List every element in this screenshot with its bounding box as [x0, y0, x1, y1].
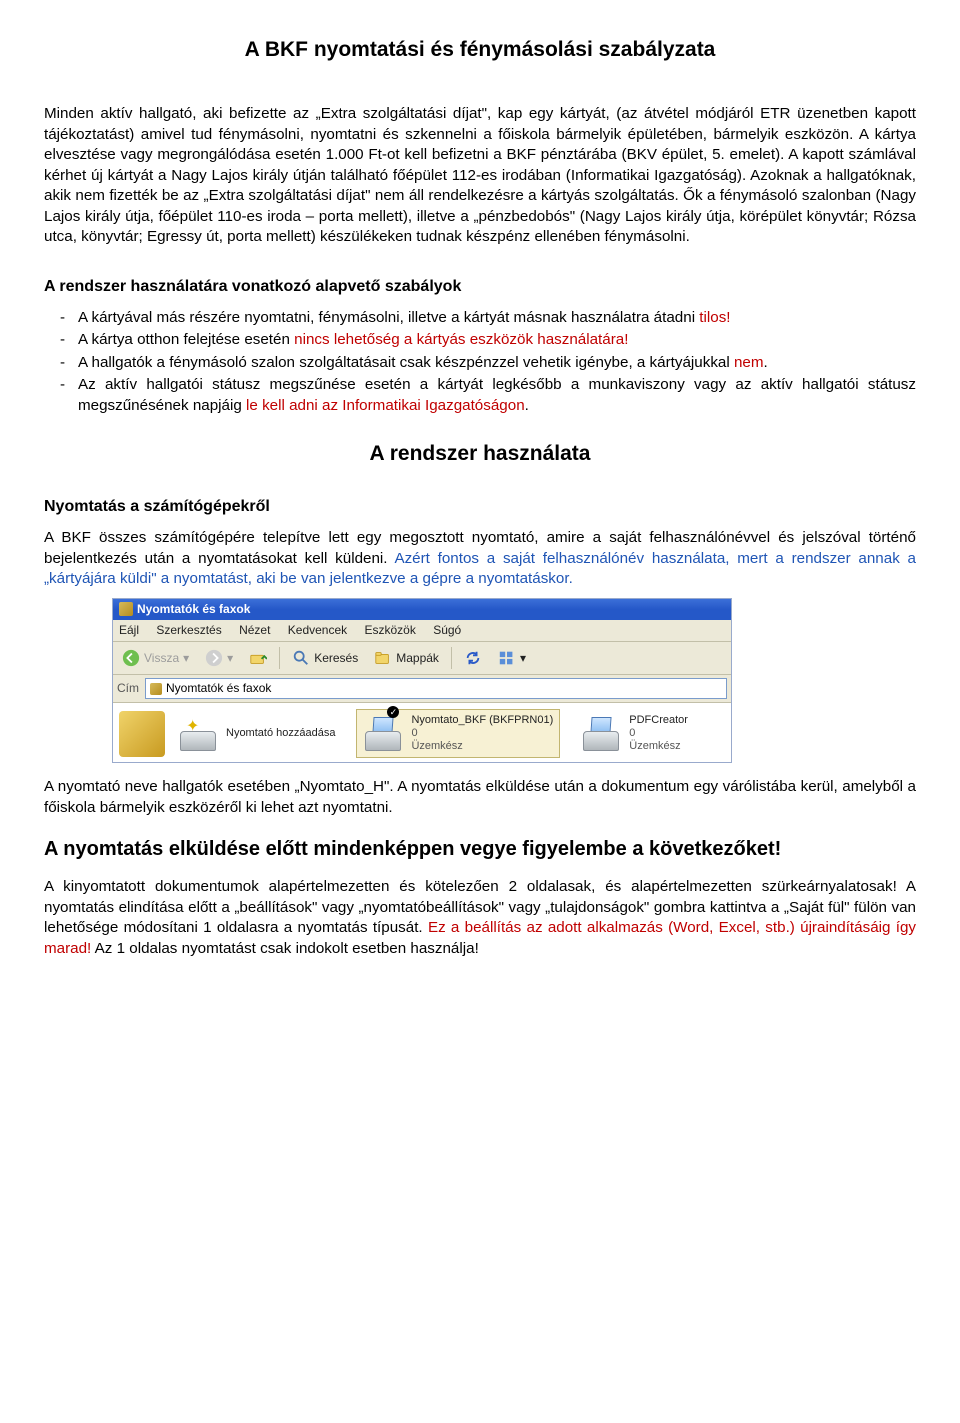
add-printer-label: Nyomtató hozzáadása	[226, 727, 335, 740]
print-subheading: Nyomtatás a számítógépekről	[44, 496, 916, 518]
printer-name: Nyomtato_BKF (BKFPRN01)	[411, 714, 553, 727]
rules-heading: A rendszer használatára vonatkozó alapve…	[44, 276, 916, 298]
sync-button[interactable]	[457, 646, 489, 670]
window-title: Nyomtatók és faxok	[137, 602, 250, 616]
printer-item[interactable]: Nyomtato_BKF (BKFPRN01) 0 Üzemkész	[356, 709, 560, 759]
forward-button[interactable]: ▾	[198, 646, 240, 670]
dropdown-caret-icon: ▾	[520, 651, 526, 665]
intro-paragraph: Minden aktív hallgató, aki befizette az …	[44, 104, 916, 248]
address-field[interactable]: Nyomtatók és faxok	[145, 678, 727, 698]
rule-item: A hallgatók a fénymásoló szalon szolgált…	[78, 353, 916, 374]
menu-view[interactable]: Nézet	[239, 623, 270, 637]
window-titlebar[interactable]: Nyomtatók és faxok	[113, 599, 731, 620]
add-printer-item[interactable]: ✦ Nyomtató hozzáadása	[171, 709, 342, 759]
last-paragraph: A kinyomtatott dokumentumok alapértelmez…	[44, 877, 916, 959]
printer-state: Üzemkész	[411, 740, 553, 753]
sync-icon	[464, 649, 482, 667]
forward-arrow-icon	[205, 649, 223, 667]
rule-text: A hallgatók a fénymásoló szalon szolgált…	[78, 354, 734, 371]
printers-folder-icon	[150, 683, 162, 695]
dropdown-caret-icon: ▾	[183, 651, 189, 665]
menu-file[interactable]: Eájl	[119, 623, 139, 637]
printer-queue: 0	[411, 727, 553, 740]
folder-up-icon	[249, 649, 267, 667]
printers-folder-icon	[119, 602, 133, 616]
search-button[interactable]: Keresés	[285, 646, 365, 670]
print-paragraph: A BKF összes számítógépére telepítve let…	[44, 528, 916, 590]
important-notice: A nyomtatás elküldése előtt mindenképpen…	[44, 836, 916, 863]
printer-name: PDFCreator	[629, 714, 688, 727]
menu-edit[interactable]: Szerkesztés	[156, 623, 221, 637]
back-button[interactable]: Vissza ▾	[115, 646, 196, 670]
search-icon	[292, 649, 310, 667]
toolbar-separator	[279, 647, 280, 669]
up-button[interactable]	[242, 646, 274, 670]
dropdown-caret-icon: ▾	[227, 651, 233, 665]
rules-list: A kártyával más részére nyomtatni, fénym…	[44, 308, 916, 417]
views-button[interactable]: ▾	[491, 646, 533, 670]
rule-text-post: .	[525, 397, 529, 414]
menu-favorites[interactable]: Kedvencek	[288, 623, 347, 637]
rule-emphasis: le kell adni az Informatikai Igazgatóság…	[246, 397, 525, 414]
menu-tools[interactable]: Eszközök	[364, 623, 415, 637]
rule-item: A kártyával más részére nyomtatni, fénym…	[78, 308, 916, 329]
add-printer-icon: ✦	[178, 717, 220, 751]
views-icon	[498, 649, 516, 667]
rule-text: A kártya otthon felejtése esetén	[78, 331, 294, 348]
printers-window: Nyomtatók és faxok Eájl Szerkesztés Néze…	[112, 598, 732, 764]
printer-state: Üzemkész	[629, 740, 688, 753]
menu-help[interactable]: Súgó	[433, 623, 461, 637]
printer-list: ✦ Nyomtató hozzáadása Nyomtato_BKF (BKFP…	[171, 707, 729, 759]
rule-item: A kártya otthon felejtése esetén nincs l…	[78, 330, 916, 351]
rule-emphasis: tilos!	[699, 309, 730, 326]
printer-icon	[363, 717, 405, 751]
usage-heading: A rendszer használata	[44, 440, 916, 468]
printer-queue: 0	[629, 727, 688, 740]
page-title: A BKF nyomtatási és fénymásolási szabály…	[44, 36, 916, 64]
address-value: Nyomtatók és faxok	[166, 681, 271, 695]
tasks-panel-icon	[119, 711, 165, 757]
back-label: Vissza	[144, 651, 179, 665]
rule-emphasis: nem	[734, 354, 764, 371]
printer-icon	[581, 717, 623, 751]
rule-item: Az aktív hallgatói státusz megszűnése es…	[78, 375, 916, 416]
menu-bar: Eájl Szerkesztés Nézet Kedvencek Eszközö…	[113, 620, 731, 642]
printer-item[interactable]: PDFCreator 0 Üzemkész	[574, 709, 695, 759]
rule-emphasis: nincs lehetőség a kártyás eszközök haszn…	[294, 331, 628, 348]
address-bar: Cím Nyomtatók és faxok	[113, 675, 731, 702]
rule-text: A kártyával más részére nyomtatni, fénym…	[78, 309, 699, 326]
window-body: ✦ Nyomtató hozzáadása Nyomtato_BKF (BKFP…	[113, 703, 731, 763]
address-label: Cím	[117, 681, 139, 695]
toolbar: Vissza ▾ ▾ Keresés Mappák ▾	[113, 642, 731, 675]
folders-icon	[374, 649, 392, 667]
search-label: Keresés	[314, 651, 358, 665]
after-image-paragraph: A nyomtató neve hallgatók esetében „Nyom…	[44, 777, 916, 818]
toolbar-separator	[451, 647, 452, 669]
folders-label: Mappák	[396, 651, 439, 665]
back-arrow-icon	[122, 649, 140, 667]
last-text-b: Az 1 oldalas nyomtatást csak indokolt es…	[91, 940, 479, 957]
rule-text-post: .	[764, 354, 768, 371]
folders-button[interactable]: Mappák	[367, 646, 446, 670]
